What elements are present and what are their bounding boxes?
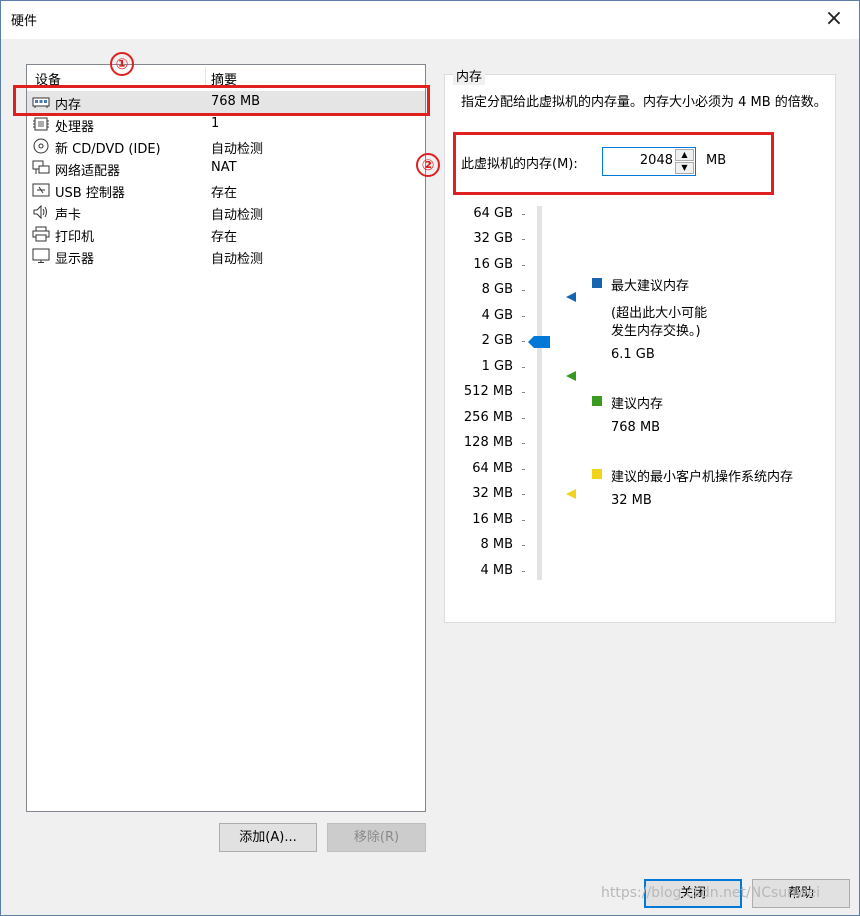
scale-label: 64 GB xyxy=(473,206,513,221)
legend-min-title: 建议的最小客户机操作系统内存 xyxy=(611,470,794,485)
scale-label: 64 MB xyxy=(472,461,513,476)
scale-label: 32 GB xyxy=(473,231,513,246)
scale-label: 256 MB xyxy=(463,410,513,425)
device-name: 网络适配器 xyxy=(55,164,121,179)
add-button[interactable]: 添加(A)... xyxy=(219,823,317,852)
device-name: 新 CD/DVD (IDE) xyxy=(55,142,161,157)
recommended-marker-icon xyxy=(566,371,576,381)
device-summary: 自动检测 xyxy=(211,142,264,157)
scale-tick xyxy=(522,214,525,215)
scale-tick xyxy=(522,265,525,266)
dialog-body: 设备 摘要 内存 768 MB 处理器 1 新 CD/DVD (IDE) 自动检… xyxy=(1,39,859,915)
device-summary: 1 xyxy=(211,116,220,131)
display-icon xyxy=(32,248,50,263)
legend-min-value: 32 MB xyxy=(611,493,652,508)
device-summary: 存在 xyxy=(211,186,238,201)
device-row-sound[interactable]: 声卡 自动检测 xyxy=(27,201,425,223)
legend-recommended-swatch xyxy=(592,396,602,406)
scale-label: 32 MB xyxy=(472,486,513,501)
device-summary: 自动检测 xyxy=(211,208,264,223)
legend-max-note: 发生内存交换。) xyxy=(611,324,701,339)
scale-tick xyxy=(522,367,525,368)
memory-slider-thumb[interactable] xyxy=(527,335,551,349)
device-list[interactable]: 设备 摘要 内存 768 MB 处理器 1 新 CD/DVD (IDE) 自动检… xyxy=(26,64,426,812)
watermark: https://blog.csdn.net/NCsunwei xyxy=(601,885,820,901)
legend-max-title: 最大建议内存 xyxy=(611,279,690,294)
close-icon[interactable]: × xyxy=(819,5,849,35)
annotation-marker-2: ② xyxy=(416,153,440,177)
scale-tick xyxy=(522,520,525,521)
device-name: 声卡 xyxy=(55,208,82,223)
scale-label: 512 MB xyxy=(463,384,513,399)
remove-button[interactable]: 移除(R) xyxy=(327,823,426,852)
device-row-usb[interactable]: USB 控制器 存在 xyxy=(27,179,425,201)
scale-tick xyxy=(522,418,525,419)
device-summary: NAT xyxy=(211,160,237,175)
legend-recommended-value: 768 MB xyxy=(611,420,661,435)
device-row-network[interactable]: 网络适配器 NAT xyxy=(27,157,425,179)
column-separator[interactable] xyxy=(205,67,206,85)
scale-label: 1 GB xyxy=(481,359,513,374)
device-summary: 存在 xyxy=(211,230,238,245)
scale-tick xyxy=(522,239,525,240)
scale-tick xyxy=(522,443,525,444)
processor-icon xyxy=(33,117,49,131)
title-bar: 硬件 × xyxy=(1,1,859,39)
device-row-cd-dvd[interactable]: 新 CD/DVD (IDE) 自动检测 xyxy=(27,135,425,157)
legend-recommended-title: 建议内存 xyxy=(611,397,664,412)
scale-tick xyxy=(522,571,525,572)
memory-group-label: 内存 xyxy=(453,66,486,85)
scale-tick xyxy=(522,392,525,393)
scale-label: 4 GB xyxy=(481,308,513,323)
device-row-printer[interactable]: 打印机 存在 xyxy=(27,223,425,245)
network-icon xyxy=(32,160,50,174)
scale-label: 8 MB xyxy=(480,537,513,552)
memory-description: 指定分配给此虚拟机的内存量。内存大小必须为 4 MB 的倍数。 xyxy=(461,95,827,110)
scale-label: 16 GB xyxy=(473,257,513,272)
scale-label: 16 MB xyxy=(472,512,513,527)
scale-label: 128 MB xyxy=(463,435,513,450)
device-list-header: 设备 摘要 xyxy=(27,65,425,88)
device-name: USB 控制器 xyxy=(55,186,125,201)
usb-icon xyxy=(32,183,50,197)
scale-label: 2 GB xyxy=(481,333,513,348)
legend-max-value: 6.1 GB xyxy=(611,347,655,362)
legend-max-note: (超出此大小可能 xyxy=(611,306,708,321)
annotation-marker-1: ① xyxy=(110,52,134,76)
scale-label: 8 GB xyxy=(481,282,513,297)
scale-tick xyxy=(522,545,525,546)
legend-min-swatch xyxy=(592,469,602,479)
annotation-highlight-memory-field xyxy=(453,132,774,195)
sound-icon xyxy=(33,204,47,220)
device-row-processor[interactable]: 处理器 1 xyxy=(27,113,425,135)
printer-icon xyxy=(32,226,50,242)
device-name: 打印机 xyxy=(55,230,95,245)
device-summary: 自动检测 xyxy=(211,252,264,267)
device-row-display[interactable]: 显示器 自动检测 xyxy=(27,245,425,267)
scale-tick xyxy=(522,316,525,317)
scale-tick xyxy=(522,494,525,495)
cd-icon xyxy=(33,138,49,154)
scale-label: 4 MB xyxy=(480,563,513,578)
scale-tick xyxy=(522,290,525,291)
hardware-dialog: 硬件 × 设备 摘要 内存 768 MB 处理器 1 新 CD/DVD (IDE… xyxy=(0,0,860,916)
max-recommended-marker-icon xyxy=(566,292,576,302)
window-title: 硬件 xyxy=(11,14,38,29)
device-name: 显示器 xyxy=(55,252,95,267)
legend-max-swatch xyxy=(592,278,602,288)
device-name: 处理器 xyxy=(55,120,95,135)
min-recommended-marker-icon xyxy=(566,489,576,499)
annotation-highlight-memory-row xyxy=(13,85,430,116)
scale-tick xyxy=(522,341,525,342)
scale-tick xyxy=(522,469,525,470)
memory-slider-track[interactable] xyxy=(537,206,542,580)
